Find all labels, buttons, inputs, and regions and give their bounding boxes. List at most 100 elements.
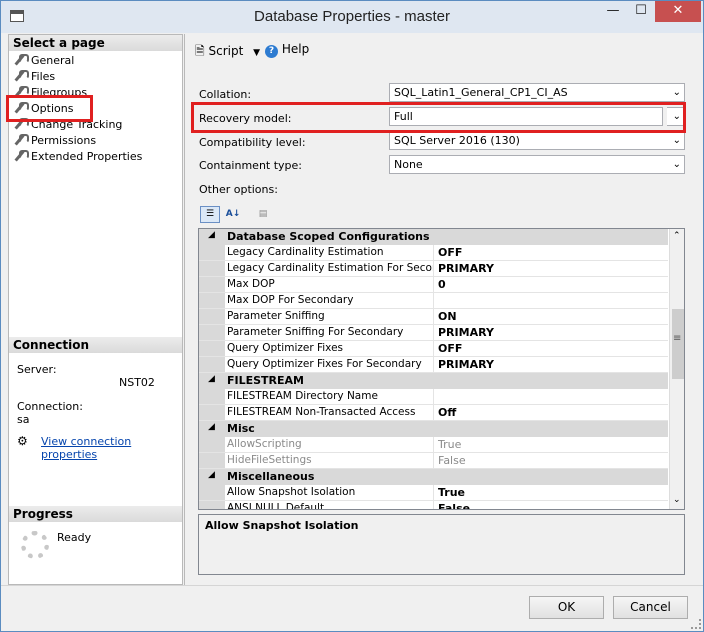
- property-value[interactable]: ON: [436, 309, 457, 325]
- property-grid[interactable]: ◢ Database Scoped Configurations Legacy Ca…: [198, 228, 685, 510]
- sidebar-item-extended-properties[interactable]: Extended Properties: [13, 149, 142, 165]
- minimize-button[interactable]: —: [599, 1, 627, 22]
- sidebar-item-general[interactable]: General: [13, 53, 74, 69]
- compatibility-level-label: Compatibility level:: [199, 136, 306, 149]
- close-button[interactable]: ✕: [655, 1, 701, 22]
- help-button[interactable]: ? Help: [265, 42, 309, 58]
- grid-property-row[interactable]: Query Optimizer Fixes For Secondary PRIMA…: [199, 357, 668, 373]
- grid-category-row[interactable]: ◢ FILESTREAM: [199, 373, 668, 389]
- grid-property-row[interactable]: Parameter Sniffing ON: [199, 309, 668, 325]
- sidebar-item-label: Extended Properties: [31, 150, 143, 163]
- property-name: Allow Snapshot Isolation: [225, 485, 434, 501]
- connection-icon: ⚙: [17, 434, 28, 448]
- grid-property-row[interactable]: Parameter Sniffing For Secondary PRIMARY: [199, 325, 668, 341]
- grid-category-row[interactable]: ◢ Miscellaneous: [199, 469, 668, 485]
- grid-property-row[interactable]: Max DOP For Secondary: [199, 293, 668, 309]
- categorized-icon[interactable]: ☰: [200, 206, 220, 223]
- description-text: Allow Snapshot Isolation: [205, 519, 359, 532]
- grid-property-row[interactable]: ANSI NULL Default False: [199, 501, 668, 509]
- collapse-icon[interactable]: ◢: [208, 230, 215, 240]
- collapse-icon[interactable]: ◢: [208, 422, 215, 432]
- grid-property-row[interactable]: FILESTREAM Directory Name: [199, 389, 668, 405]
- sort-alpha-icon[interactable]: A↓: [223, 206, 243, 223]
- property-name: Parameter Sniffing For Secondary: [225, 325, 434, 341]
- chevron-down-icon: ⌄: [672, 159, 681, 170]
- property-value[interactable]: OFF: [436, 341, 462, 357]
- grid-category-row[interactable]: ◢ Database Scoped Configurations: [199, 229, 668, 245]
- property-value[interactable]: True: [436, 437, 461, 453]
- grip-icon: ≡: [673, 333, 682, 344]
- grid-property-row[interactable]: Legacy Cardinality Estimation OFF: [199, 245, 668, 261]
- script-icon: 🗎: [195, 44, 205, 58]
- property-name: Query Optimizer Fixes: [225, 341, 434, 357]
- spinner-icon: [21, 531, 49, 559]
- connection-header: Connection: [9, 337, 182, 353]
- grid-property-row[interactable]: Query Optimizer Fixes OFF: [199, 341, 668, 357]
- wrench-icon: [13, 70, 29, 82]
- script-button[interactable]: 🗎 Script ▼: [195, 42, 260, 63]
- property-name: FILESTREAM Directory Name: [225, 389, 434, 405]
- help-label: Help: [281, 42, 310, 56]
- compatibility-level-value: SQL Server 2016 (130): [394, 134, 520, 147]
- grid-scrollbar[interactable]: ⌃ ≡ ⌄: [669, 229, 684, 509]
- grid-property-row[interactable]: Legacy Cardinality Estimation For Second…: [199, 261, 668, 277]
- sidebar-item-label: General: [31, 54, 75, 67]
- select-page-header: Select a page: [9, 35, 182, 51]
- property-name: Max DOP For Secondary: [225, 293, 434, 309]
- property-value[interactable]: OFF: [436, 245, 462, 261]
- maximize-button[interactable]: ☐: [627, 1, 655, 22]
- cancel-button[interactable]: Cancel: [613, 596, 688, 619]
- ok-button[interactable]: OK: [529, 596, 604, 619]
- property-name: ANSI NULL Default: [225, 501, 434, 509]
- property-name: Legacy Cardinality Estimation For Second…: [225, 261, 434, 277]
- property-value[interactable]: [436, 293, 438, 309]
- grid-property-row[interactable]: Allow Snapshot Isolation True: [199, 485, 668, 501]
- property-value[interactable]: 0: [436, 277, 446, 293]
- chevron-down-icon: ⌄: [672, 135, 681, 146]
- property-name: Query Optimizer Fixes For Secondary: [225, 357, 434, 373]
- chevron-down-icon: ⌄: [672, 87, 681, 98]
- connection-value: sa: [17, 413, 30, 426]
- sidebar-item-files[interactable]: Files: [13, 69, 55, 85]
- property-value[interactable]: False: [436, 453, 466, 469]
- grid-category-row[interactable]: ◢ Misc: [199, 421, 668, 437]
- view-connection-properties-link[interactable]: View connection properties: [41, 435, 182, 461]
- progress-status: Ready: [57, 531, 92, 544]
- help-icon: ?: [265, 45, 278, 58]
- property-name: Legacy Cardinality Estimation: [225, 245, 434, 261]
- other-options-label: Other options:: [199, 183, 278, 196]
- options-highlight: [6, 95, 93, 122]
- property-name: AllowScripting: [225, 437, 434, 453]
- containment-type-value: None: [394, 158, 423, 171]
- description-panel: Allow Snapshot Isolation: [198, 514, 685, 575]
- collapse-icon[interactable]: ◢: [208, 374, 215, 384]
- wrench-icon: [13, 54, 29, 66]
- property-value[interactable]: [436, 389, 438, 405]
- collapse-icon[interactable]: ◢: [208, 470, 215, 480]
- property-value[interactable]: PRIMARY: [436, 325, 494, 341]
- sidebar-item-permissions[interactable]: Permissions: [13, 133, 96, 149]
- compatibility-level-select[interactable]: SQL Server 2016 (130) ⌄: [389, 131, 685, 150]
- sidebar-item-label: Permissions: [31, 134, 97, 147]
- chevron-down-icon[interactable]: ▼: [253, 48, 260, 58]
- scroll-up-icon[interactable]: ⌃: [673, 231, 681, 241]
- grid-property-row[interactable]: AllowScripting True: [199, 437, 668, 453]
- property-value[interactable]: False: [436, 501, 470, 509]
- grid-property-row[interactable]: FILESTREAM Non-Transacted Access Off: [199, 405, 668, 421]
- scroll-down-icon[interactable]: ⌄: [673, 495, 681, 505]
- property-name: Database Scoped Configurations: [227, 230, 430, 243]
- property-value[interactable]: Off: [436, 405, 456, 421]
- collation-select[interactable]: SQL_Latin1_General_CP1_CI_AS ⌄: [389, 83, 685, 102]
- property-name: FILESTREAM Non-Transacted Access: [225, 405, 434, 421]
- property-value[interactable]: PRIMARY: [436, 261, 494, 277]
- property-value[interactable]: PRIMARY: [436, 357, 494, 373]
- scroll-thumb[interactable]: [672, 309, 684, 379]
- containment-type-select[interactable]: None ⌄: [389, 155, 685, 174]
- resize-grip-icon[interactable]: [691, 619, 701, 629]
- property-value[interactable]: True: [436, 485, 465, 501]
- property-name: Max DOP: [225, 277, 434, 293]
- grid-property-row[interactable]: Max DOP 0: [199, 277, 668, 293]
- script-label: Script: [208, 44, 244, 58]
- grid-property-row[interactable]: HideFileSettings False: [199, 453, 668, 469]
- property-pages-icon[interactable]: ▤: [253, 206, 273, 223]
